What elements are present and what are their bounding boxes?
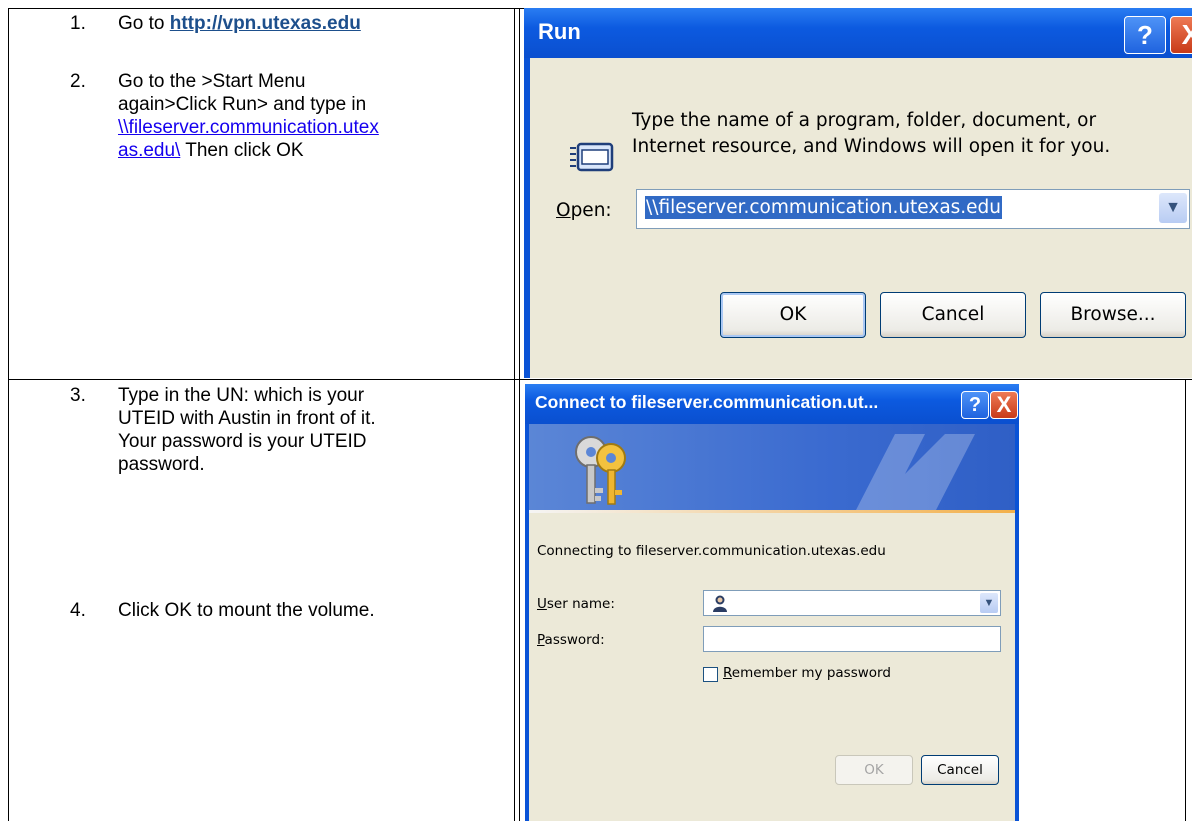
- step-line: as.edu\ Then click OK: [118, 139, 518, 162]
- ok-button[interactable]: OK: [835, 755, 913, 785]
- connect-dialog: Connect to fileserver.communication.ut..…: [525, 384, 1019, 821]
- banner-watermark-icon: [855, 434, 975, 512]
- step-suffix: Then click OK: [180, 140, 304, 161]
- step-text: Go to http://vpn.utexas.edu: [118, 12, 361, 35]
- run-icon: [570, 142, 614, 172]
- password-label-rest: assword:: [544, 632, 605, 648]
- chevron-down-icon[interactable]: ▼: [1159, 193, 1187, 223]
- password-label: Password:: [537, 632, 605, 648]
- step-3: 3. Type in the UN: which is your UTEID w…: [70, 384, 510, 484]
- table-border-mid-h: [8, 379, 1192, 380]
- step-line: again>Click Run> and type in: [118, 94, 367, 115]
- step-number: 2.: [70, 71, 86, 92]
- step-text: Type in the UN: which is your UTEID with…: [118, 384, 518, 476]
- username-label: User name:: [537, 596, 615, 612]
- fileserver-link[interactable]: \\fileserver.communication.utex: [118, 117, 379, 138]
- chevron-down-icon[interactable]: ▼: [980, 593, 998, 613]
- run-prompt-line: Type the name of a program, folder, docu…: [632, 110, 1097, 131]
- fileserver-link-cont[interactable]: as.edu\: [118, 140, 180, 161]
- open-input-value[interactable]: \\fileserver.communication.utexas.edu: [645, 196, 1003, 219]
- remember-password-label[interactable]: Remember my password: [723, 665, 891, 681]
- step-text: Click OK to mount the volume.: [118, 600, 375, 621]
- run-dialog: Run ? X Type the name of a program, fold…: [524, 8, 1192, 378]
- help-button[interactable]: ?: [961, 391, 989, 419]
- step-line: Go to the >Start Menu: [118, 71, 306, 92]
- step-prefix: Go to: [118, 13, 170, 34]
- connect-title: Connect to fileserver.communication.ut..…: [535, 392, 879, 412]
- table-border-left: [8, 8, 9, 821]
- cancel-button[interactable]: Cancel: [921, 755, 999, 785]
- help-button[interactable]: ?: [1124, 16, 1166, 54]
- step-number: 4.: [70, 600, 86, 621]
- close-button[interactable]: X: [1170, 16, 1192, 54]
- password-label-mnemonic: P: [537, 632, 545, 648]
- ok-button[interactable]: OK: [720, 292, 866, 338]
- vpn-link[interactable]: http://vpn.utexas.edu: [170, 13, 361, 34]
- username-combobox[interactable]: ▼: [703, 590, 1001, 616]
- step-1: 1. Go to http://vpn.utexas.edu: [70, 12, 510, 42]
- cancel-button[interactable]: Cancel: [880, 292, 1026, 338]
- table-border-mid-v2: [519, 8, 520, 821]
- remember-label-mnemonic: R: [723, 665, 732, 681]
- connect-client-area: Connecting to fileserver.communication.u…: [529, 513, 1015, 821]
- keys-icon: [575, 436, 626, 505]
- run-title: Run: [538, 19, 581, 44]
- open-combobox[interactable]: \\fileserver.communication.utexas.edu ▼: [636, 189, 1190, 229]
- step-number: 3.: [70, 385, 86, 406]
- step-2: 2. Go to the >Start Menu again>Click Run…: [70, 70, 510, 190]
- connecting-text: Connecting to fileserver.communication.u…: [537, 543, 886, 559]
- step-number: 1.: [70, 13, 86, 34]
- table-border-right: [1185, 380, 1186, 821]
- step-text: Go to the >Start Menu again>Click Run> a…: [118, 70, 518, 162]
- step-line: Your password is your UTEID: [118, 431, 367, 452]
- open-label: Open:: [556, 200, 612, 221]
- open-label-mnemonic: O: [556, 200, 571, 221]
- browse-button[interactable]: Browse...: [1040, 292, 1186, 338]
- run-client-area: Type the name of a program, folder, docu…: [530, 58, 1192, 378]
- run-titlebar: [524, 8, 1192, 58]
- step-4: 4. Click OK to mount the volume.: [70, 599, 510, 629]
- connect-banner: [529, 424, 1015, 512]
- username-label-rest: ser name:: [546, 596, 615, 612]
- close-button[interactable]: X: [990, 391, 1018, 419]
- username-label-mnemonic: U: [537, 596, 547, 612]
- remember-label-rest: emember my password: [731, 665, 891, 681]
- user-icon: [713, 595, 727, 612]
- step-line: UTEID with Austin in front of it.: [118, 408, 376, 429]
- run-prompt-line: Internet resource, and Windows will open…: [632, 136, 1111, 157]
- step-line: Type in the UN: which is your: [118, 385, 365, 406]
- step-line: password.: [118, 454, 205, 475]
- open-label-rest: pen:: [570, 200, 612, 221]
- remember-password-checkbox[interactable]: [703, 667, 718, 682]
- run-prompt: Type the name of a program, folder, docu…: [632, 108, 1110, 160]
- password-field[interactable]: [703, 626, 1001, 652]
- step-line: \\fileserver.communication.utex: [118, 116, 518, 139]
